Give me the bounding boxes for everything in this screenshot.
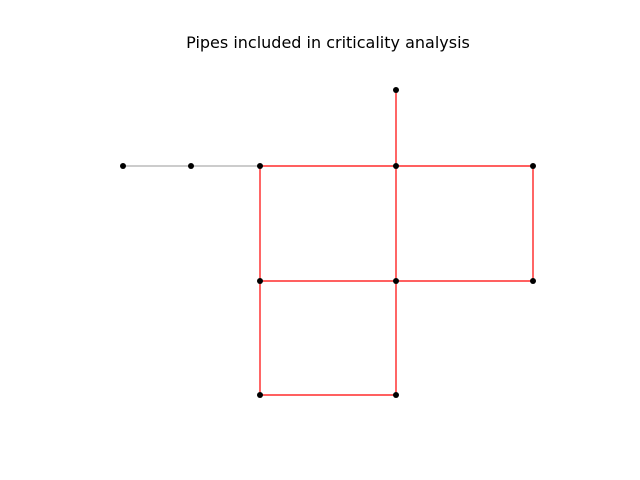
nodes-layer: [120, 87, 536, 398]
node-n5: [393, 163, 399, 169]
node-n4: [393, 87, 399, 93]
node-n11: [393, 392, 399, 398]
node-n9: [530, 278, 536, 284]
node-n3: [257, 163, 263, 169]
network-figure: Pipes included in criticality analysis: [0, 0, 640, 480]
node-n1: [120, 163, 126, 169]
pipes-layer: [123, 90, 534, 396]
network-diagram: [120, 87, 536, 398]
node-n7: [257, 278, 263, 284]
node-n10: [257, 392, 263, 398]
node-n8: [393, 278, 399, 284]
node-n6: [530, 163, 536, 169]
node-n2: [188, 163, 194, 169]
